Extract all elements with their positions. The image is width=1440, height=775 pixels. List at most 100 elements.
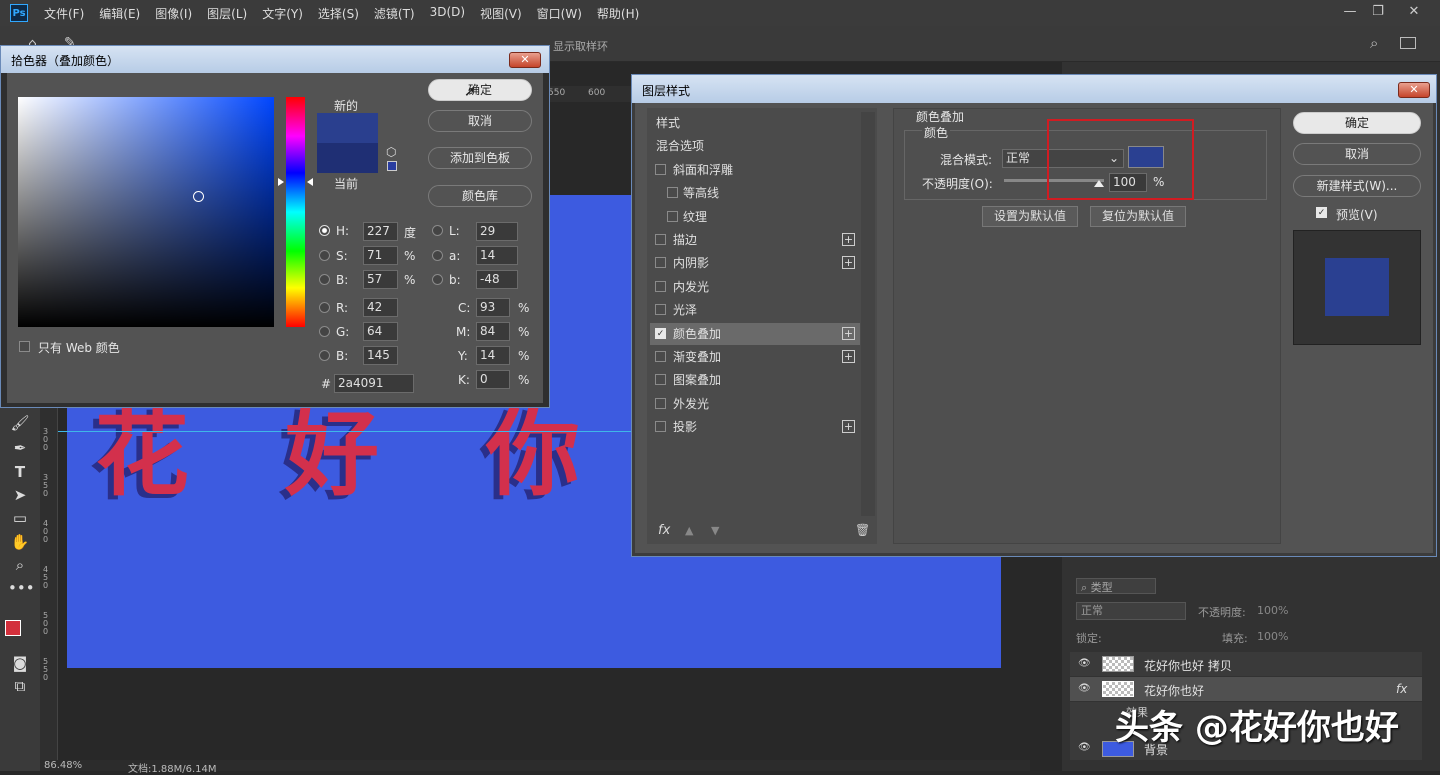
brush-tool-icon[interactable]: 🖌 (8, 412, 32, 434)
styles-scrollbar[interactable] (861, 112, 875, 516)
cube-icon[interactable]: ⬡ (386, 145, 396, 159)
add-style-icon[interactable]: + (842, 420, 855, 434)
style-checkbox[interactable] (655, 234, 666, 245)
layer-row[interactable]: 👁 花好你也好 拷贝 (1070, 652, 1422, 676)
close-icon[interactable]: ✕ (1398, 82, 1430, 98)
style-checkbox[interactable] (655, 397, 666, 409)
minimize-button[interactable]: — (1338, 3, 1362, 23)
cancel-button[interactable]: 取消 (1293, 143, 1421, 165)
layer-name[interactable]: 花好你也好 (1144, 682, 1204, 699)
hue-slider-handle-right[interactable] (307, 178, 313, 186)
preview-checkbox[interactable]: ✓ (1316, 207, 1327, 218)
style-item[interactable]: 等高线 (650, 182, 860, 205)
screen-mode-icon[interactable]: ⧉ (8, 675, 32, 697)
zoom-level[interactable]: 86.48% (44, 760, 82, 771)
style-item[interactable]: 描边 + (650, 229, 860, 251)
lab-l-radio[interactable] (432, 225, 443, 236)
add-style-icon[interactable]: + (842, 350, 855, 363)
yellow-field[interactable]: 14 (476, 346, 510, 365)
hue-radio[interactable] (319, 225, 330, 236)
style-checkbox[interactable] (655, 257, 666, 269)
style-checkbox[interactable] (667, 210, 678, 222)
eye-icon[interactable]: 👁 (1078, 683, 1091, 694)
menu-file[interactable]: 文件(F) (44, 5, 84, 22)
cancel-button[interactable]: 取消 (428, 110, 532, 132)
layer-row[interactable]: 👁 花好你也好 fx (1070, 677, 1422, 701)
saturation-field[interactable]: 71 (363, 246, 398, 265)
cyan-field[interactable]: 93 (476, 298, 510, 317)
ok-button[interactable]: 确定 (1293, 112, 1421, 134)
pen-tool-icon[interactable]: ✒ (8, 437, 32, 459)
menu-help[interactable]: 帮助(H) (597, 5, 639, 22)
hue-slider-handle-left[interactable] (278, 178, 284, 186)
close-icon[interactable]: ✕ (509, 52, 541, 68)
hue-field[interactable]: 227 (363, 222, 398, 241)
layer-blend-select[interactable]: 正常 (1076, 602, 1186, 620)
fx-icon[interactable]: fx (658, 523, 670, 538)
magenta-field[interactable]: 84 (476, 322, 510, 341)
rectangle-tool-icon[interactable]: ▭ (8, 507, 32, 529)
add-style-icon[interactable]: + (842, 233, 855, 246)
search-icon[interactable]: ⌕ (1370, 34, 1378, 52)
style-item[interactable]: 斜面和浮雕 (650, 158, 860, 181)
trash-icon[interactable]: 🗑 (855, 523, 870, 537)
menu-edit[interactable]: 编辑(E) (99, 5, 140, 22)
current-color-swatch[interactable] (317, 143, 378, 173)
hand-tool-icon[interactable]: ✋ (8, 531, 32, 553)
eye-icon[interactable]: 👁 (1078, 658, 1091, 669)
add-to-swatches-button[interactable]: 添加到色板 (428, 147, 532, 169)
move-down-icon[interactable]: ▼ (711, 524, 719, 537)
workspace-icon[interactable] (1400, 37, 1416, 49)
style-checkbox[interactable]: ✓ (655, 327, 666, 339)
lab-b-radio[interactable] (432, 274, 443, 285)
sample-ring-label[interactable]: 显示取样环 (553, 38, 608, 54)
green-radio[interactable] (319, 326, 330, 337)
style-checkbox[interactable] (655, 351, 666, 362)
lab-a-field[interactable]: 14 (476, 246, 518, 265)
new-style-button[interactable]: 新建样式(W)... (1293, 175, 1421, 197)
menu-window[interactable]: 窗口(W) (537, 5, 582, 22)
brightness-radio[interactable] (319, 274, 330, 285)
style-item[interactable]: 投影 + (650, 416, 860, 439)
layer-opacity-value[interactable]: 100% (1257, 604, 1288, 617)
web-colors-checkbox[interactable] (19, 341, 30, 352)
menu-image[interactable]: 图像(I) (155, 5, 192, 22)
lab-l-field[interactable]: 29 (476, 222, 518, 241)
style-item[interactable]: 混合选项 (650, 135, 860, 158)
menu-view[interactable]: 视图(V) (480, 5, 522, 22)
menu-3d[interactable]: 3D(D) (430, 5, 465, 22)
style-item[interactable]: 渐变叠加 + (650, 346, 860, 368)
style-item[interactable]: 样式 (650, 112, 860, 134)
saturation-radio[interactable] (319, 250, 330, 261)
layer-name[interactable]: 花好你也好 拷贝 (1144, 657, 1232, 674)
blue-radio[interactable] (319, 350, 330, 361)
style-checkbox[interactable] (655, 374, 666, 386)
red-field[interactable]: 42 (363, 298, 398, 317)
style-item[interactable]: 纹理 (650, 205, 860, 228)
set-default-button[interactable]: 设置为默认值 (982, 206, 1078, 227)
style-item[interactable]: 图案叠加 (650, 369, 860, 392)
restore-button[interactable]: ❐ (1366, 3, 1390, 23)
blue-field[interactable]: 145 (363, 346, 398, 365)
hue-slider[interactable] (286, 97, 305, 327)
style-item[interactable]: 光泽 (650, 299, 860, 322)
color-field[interactable] (18, 97, 274, 327)
move-up-icon[interactable]: ▲ (685, 524, 693, 537)
style-item[interactable]: 内发光 (650, 275, 860, 298)
dialog-titlebar[interactable]: 图层样式 ✕ (632, 75, 1436, 103)
quick-mask-icon[interactable]: ◙ (8, 652, 32, 674)
style-checkbox[interactable] (655, 304, 666, 316)
fx-icon[interactable]: fx (1396, 682, 1407, 696)
more-tools-icon[interactable]: ••• (8, 577, 35, 599)
type-tool-icon[interactable]: T (8, 461, 32, 483)
menu-filter[interactable]: 滤镜(T) (374, 5, 415, 22)
style-checkbox[interactable] (655, 421, 666, 433)
add-style-icon[interactable]: + (842, 326, 855, 340)
zoom-tool-icon[interactable]: ⌕ (8, 554, 32, 576)
menu-type[interactable]: 文字(Y) (262, 5, 303, 22)
style-checkbox[interactable] (655, 163, 666, 175)
add-style-icon[interactable]: + (842, 256, 855, 270)
black-field[interactable]: 0 (476, 370, 510, 389)
style-checkbox[interactable] (655, 280, 666, 292)
fill-value[interactable]: 100% (1257, 630, 1288, 643)
